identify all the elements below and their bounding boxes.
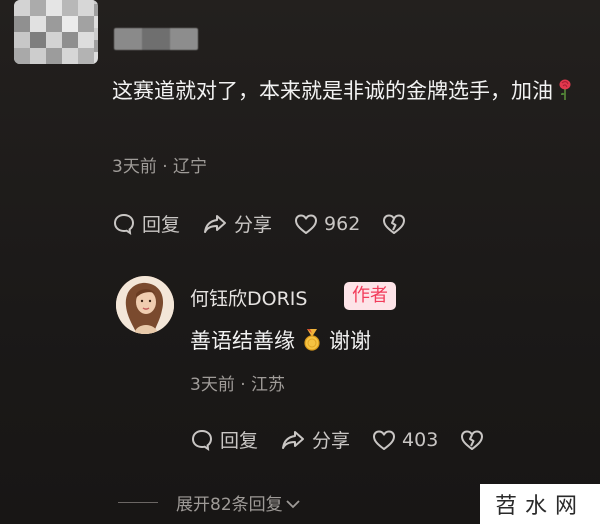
reply-actions: 回复 分享 403 <box>190 426 512 453</box>
reply-text: 善语结善缘 谢谢 <box>190 325 371 355</box>
comment-actions: 回复 分享 962 <box>112 210 434 237</box>
share-icon <box>282 430 305 449</box>
like-count: 962 <box>324 212 361 235</box>
reply-meta: 3天前 · 江苏 <box>190 370 285 395</box>
reply-label: 回复 <box>220 430 259 452</box>
watermark: 苕水网 <box>480 484 600 524</box>
share-label: 分享 <box>312 430 351 452</box>
comment-body: 这赛道就对了，本来就是非诚的金牌选手，加油 <box>112 79 553 103</box>
meta-separator: · <box>240 375 252 395</box>
author-avatar-image <box>116 276 174 334</box>
reply-text-before: 善语结善缘 <box>190 329 295 353</box>
like-button[interactable]: 962 <box>294 213 360 235</box>
comment-location: 辽宁 <box>173 157 208 177</box>
share-label: 分享 <box>234 214 273 236</box>
comment-text: 这赛道就对了，本来就是非诚的金牌选手，加油 <box>112 72 582 110</box>
reply-button[interactable]: 回复 <box>190 426 258 453</box>
reply-label: 回复 <box>142 214 181 236</box>
expand-divider <box>118 502 158 503</box>
dislike-button[interactable] <box>382 213 412 235</box>
heart-icon <box>373 430 396 450</box>
commenter-name-blurred[interactable] <box>114 28 198 50</box>
chevron-down-icon <box>286 500 300 509</box>
share-button[interactable]: 分享 <box>280 426 350 453</box>
reply-time: 3天前 <box>190 375 235 395</box>
comment-time: 3天前 <box>112 157 157 177</box>
like-button[interactable]: 403 <box>372 429 438 451</box>
commenter-avatar[interactable] <box>14 0 98 64</box>
author-badge: 作者 <box>344 282 396 310</box>
expand-replies-label: 展开82条回复 <box>176 495 283 515</box>
meta-separator: · <box>162 157 174 177</box>
medal-icon <box>304 329 320 351</box>
comment-meta: 3天前 · 辽宁 <box>112 152 207 177</box>
reply-location: 江苏 <box>251 375 286 395</box>
expand-replies-button[interactable]: 展开82条回复 <box>176 490 301 515</box>
reply-icon <box>113 213 135 235</box>
dislike-button[interactable] <box>460 429 490 451</box>
reply-button[interactable]: 回复 <box>112 210 180 237</box>
rose-icon <box>559 79 571 100</box>
author-avatar[interactable] <box>116 276 174 334</box>
broken-heart-icon <box>383 214 406 234</box>
heart-icon <box>295 214 318 234</box>
reply-icon <box>191 429 213 451</box>
comment-thread: 这赛道就对了，本来就是非诚的金牌选手，加油 3天前 · 辽宁 回复 分享 962… <box>0 0 600 524</box>
author-name[interactable]: 何钰欣DORIS <box>190 284 307 311</box>
reply-text-after: 谢谢 <box>329 329 371 353</box>
share-icon <box>204 214 227 233</box>
share-button[interactable]: 分享 <box>202 210 272 237</box>
like-count: 403 <box>402 428 439 451</box>
broken-heart-icon <box>461 430 484 450</box>
